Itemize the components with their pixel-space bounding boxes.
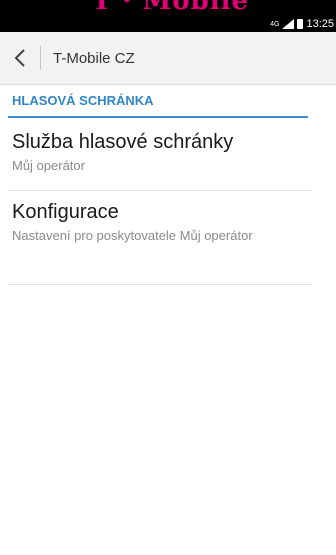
chevron-left-icon <box>14 49 25 67</box>
list-item-title: Služba hlasové schránky <box>12 131 234 153</box>
list-item-subtitle: Můj operátor <box>12 158 85 173</box>
status-time: 13:25 <box>306 18 334 30</box>
brand-logo-text: T · Mobile <box>92 0 250 16</box>
back-button[interactable] <box>0 32 40 84</box>
page-title: T-Mobile CZ <box>53 49 135 67</box>
list-item-title: Konfigurace <box>12 201 119 223</box>
list-item-configuration[interactable]: Konfigurace Nastavení pro poskytovatele … <box>8 200 312 285</box>
list-item-voicemail-service[interactable]: Služba hlasové schránky Můj operátor <box>8 130 312 191</box>
action-bar: T-Mobile CZ <box>0 32 336 85</box>
network-label: 4G <box>270 20 280 28</box>
action-bar-divider <box>40 46 41 70</box>
list-item-subtitle: Nastavení pro poskytovatele Můj operátor <box>12 228 253 243</box>
section-header-label: HLASOVÁ SCHRÁNKA <box>12 93 154 108</box>
status-bar: 4G 13:25 <box>0 16 336 32</box>
section-header: HLASOVÁ SCHRÁNKA <box>8 92 308 118</box>
battery-icon <box>297 19 304 29</box>
signal-icon <box>282 19 295 29</box>
brand-banner: T · Mobile <box>0 0 336 16</box>
